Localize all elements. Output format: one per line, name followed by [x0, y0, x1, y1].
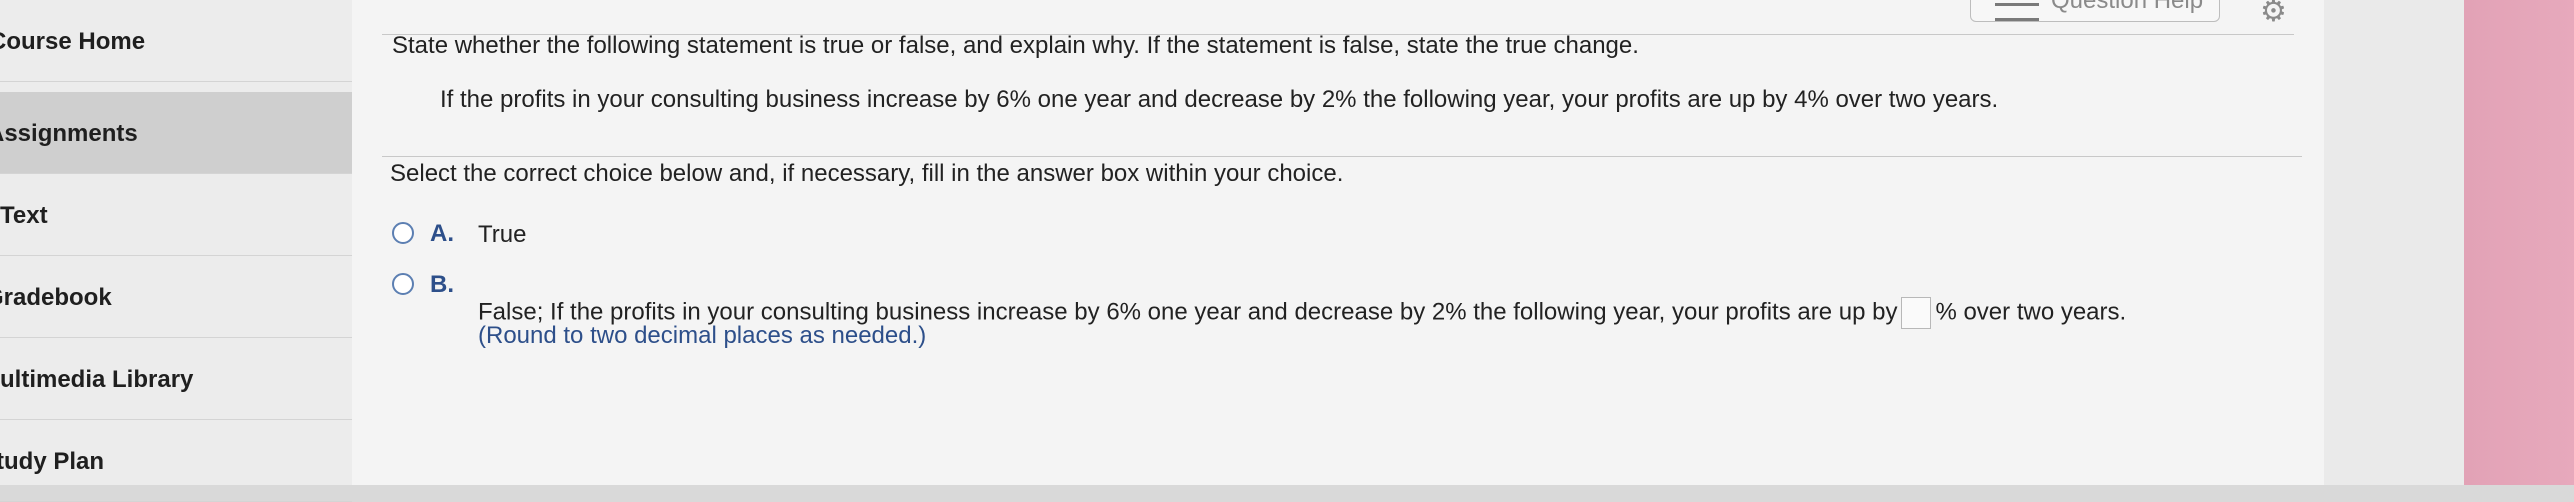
sidebar-item-label: Text: [0, 202, 48, 229]
question-help-label: Question Help: [2051, 0, 2204, 14]
choice-a-letter: A.: [430, 220, 454, 247]
rounding-hint: (Round to two decimal places as needed.): [478, 322, 927, 349]
choice-a-radio[interactable]: [392, 222, 414, 244]
question-divider: [382, 156, 2302, 157]
choice-b-text-after: % over two years.: [1935, 298, 2127, 326]
sidebar-item-label: Assignments: [0, 120, 138, 147]
choice-b-letter: B.: [430, 271, 454, 298]
sidebar-item-study-plan[interactable]: Study Plan: [0, 420, 352, 502]
answer-input-box[interactable]: [1901, 297, 1932, 329]
select-prompt: Select the correct choice below and, if …: [390, 160, 1344, 187]
sidebar-item-text[interactable]: Text: [0, 174, 352, 256]
sidebar-item-assignments[interactable]: Assignments: [0, 92, 352, 174]
sidebar-item-label: Multimedia Library: [0, 366, 194, 393]
window-edge: [2324, 0, 2574, 485]
choice-a-text: True: [478, 221, 527, 248]
sidebar-item-label: Course Home: [0, 28, 146, 55]
sidebar-item-course-home[interactable]: Course Home: [0, 0, 352, 82]
list-icon: [1995, 3, 2039, 21]
sidebar-item-gradebook[interactable]: Gradebook: [0, 256, 352, 338]
sidebar: Course Home Assignments Text Gradebook M…: [0, 0, 353, 502]
sidebar-item-label: Gradebook: [0, 284, 112, 311]
question-panel: Question Help ⚙ State whether the follow…: [352, 0, 2324, 485]
choice-b-radio[interactable]: [392, 273, 414, 295]
question-instruction: State whether the following statement is…: [392, 32, 1639, 59]
gear-icon[interactable]: ⚙: [2260, 0, 2287, 29]
question-help-button[interactable]: Question Help: [1970, 0, 2220, 22]
sidebar-item-multimedia-library[interactable]: Multimedia Library: [0, 338, 352, 420]
question-statement: If the profits in your consulting busine…: [440, 86, 1999, 113]
sidebar-item-label: Study Plan: [0, 448, 105, 475]
